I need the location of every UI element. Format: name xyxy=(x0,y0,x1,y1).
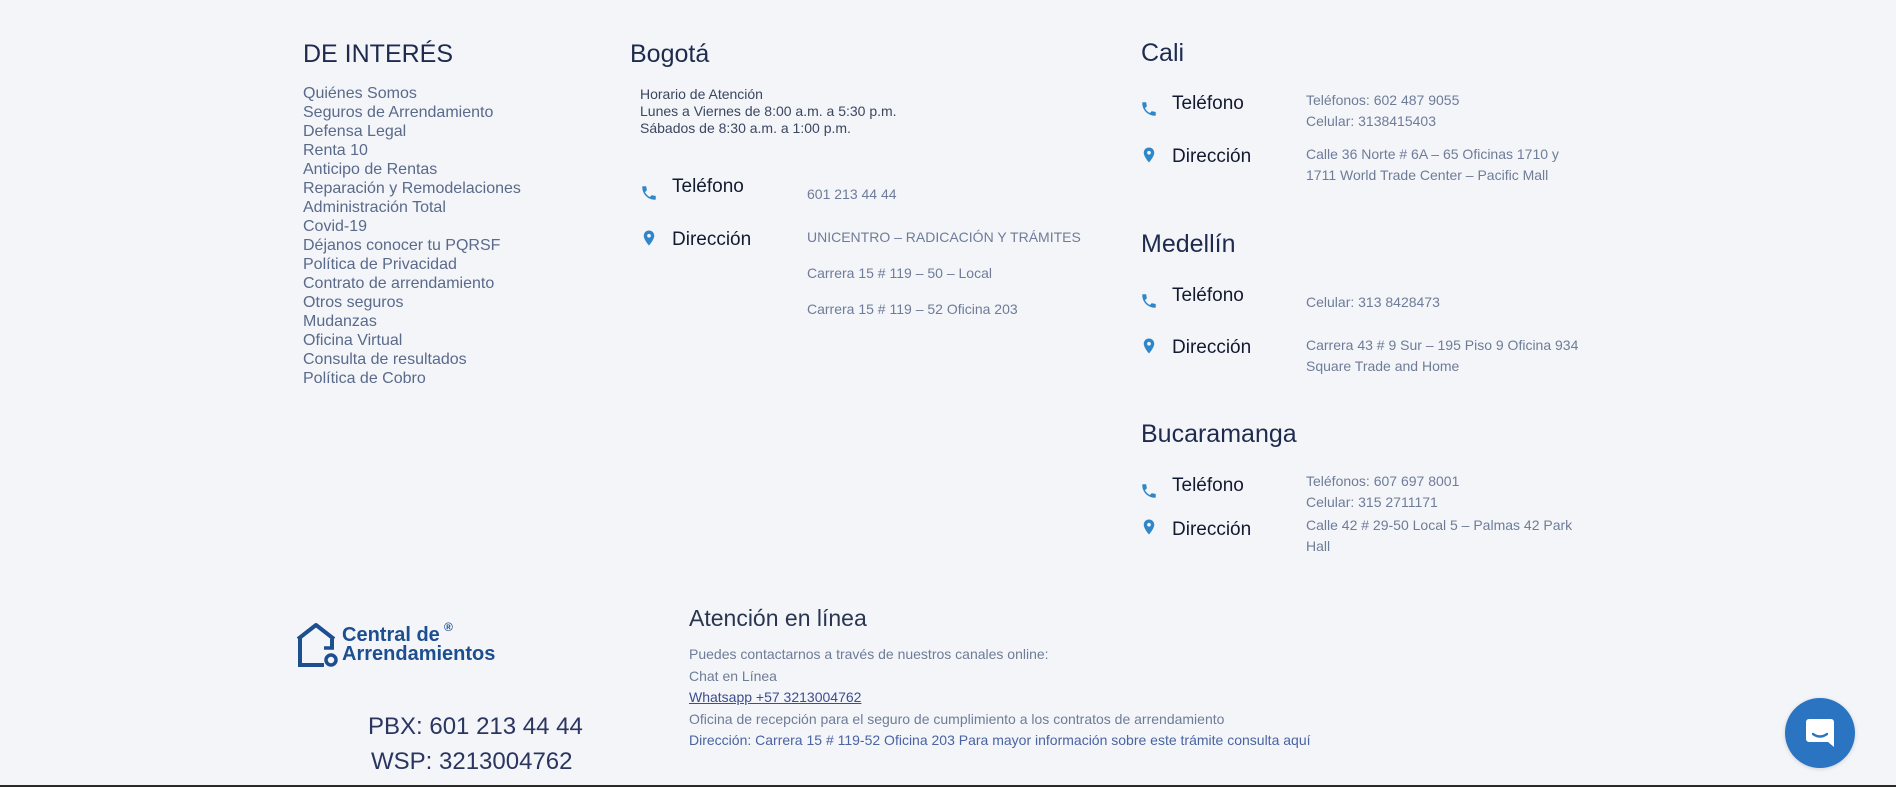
bucaramanga-address-line-2: Hall xyxy=(1306,538,1331,554)
interes-link[interactable]: Anticipo de Rentas xyxy=(303,160,521,179)
bogota-hours: Horario de Atención Lunes a Viernes de 8… xyxy=(640,86,1110,137)
bogota-address-line-2: Carrera 15 # 119 – 50 – Local xyxy=(807,265,992,281)
logo-text: Central de Arrendamientos ® xyxy=(342,620,496,665)
bucaramanga-phone-line-2[interactable]: Celular: 315 2711171 xyxy=(1306,492,1459,513)
online-address-link[interactable]: Dirección: Carrera 15 # 119-52 Oficina 2… xyxy=(689,730,1311,752)
bucaramanga-map-pin-icon xyxy=(1140,518,1158,541)
hours-saturday: Sábados de 8:30 a.m. a 1:00 p.m. xyxy=(640,120,851,136)
cali-title: Cali xyxy=(1141,39,1185,67)
bucaramanga-phone-line-1[interactable]: Teléfonos: 607 697 8001 xyxy=(1306,471,1459,492)
bucaramanga-phone-label: Teléfono xyxy=(1172,475,1244,496)
bogota-phone-icon xyxy=(640,184,658,207)
interes-link[interactable]: Covid-19 xyxy=(303,217,521,236)
bucaramanga-phone-icon xyxy=(1140,482,1158,505)
interes-link[interactable]: Contrato de arrendamiento xyxy=(303,274,521,293)
interes-link[interactable]: Política de Cobro xyxy=(303,369,521,388)
bucaramanga-address-values: Calle 42 # 29-50 Local 5 – Palmas 42 Par… xyxy=(1306,515,1572,557)
bogota-address-line-3: Carrera 15 # 119 – 52 Oficina 203 xyxy=(807,301,1018,317)
interes-link[interactable]: Quiénes Somos xyxy=(303,84,521,103)
interes-link[interactable]: Consulta de resultados xyxy=(303,350,521,369)
cali-address-line-2: 1711 World Trade Center – Pacific Mall xyxy=(1306,167,1549,183)
cali-phone-label: Teléfono xyxy=(1172,93,1244,114)
interes-section: DE INTERÉS Quiénes Somos Seguros de Arren… xyxy=(303,40,521,388)
online-intro: Puedes contactarnos a través de nuestros… xyxy=(689,646,1049,662)
interes-links: Quiénes Somos Seguros de Arrendamiento Def… xyxy=(303,84,521,388)
brand-logo[interactable]: Central de Arrendamientos ® xyxy=(294,620,496,669)
bogota-section: Bogotá Horario de Atención Lunes a Viern… xyxy=(630,40,1110,137)
bucaramanga-phone-values: Teléfonos: 607 697 8001 Celular: 315 271… xyxy=(1306,471,1459,513)
cali-phone-values: Teléfonos: 602 487 9055 Celular: 3138415… xyxy=(1306,90,1459,132)
bogota-address-line-1: UNICENTRO – RADICACIÓN Y TRÁMITES xyxy=(807,229,1081,245)
online-section: Atención en línea Puedes contactarnos a … xyxy=(689,605,1311,752)
cali-address-values: Calle 36 Norte # 6A – 65 Oficinas 1710 y… xyxy=(1306,144,1559,186)
interes-title: DE INTERÉS xyxy=(303,40,454,68)
registered-mark: ® xyxy=(444,620,453,634)
cali-phone-icon xyxy=(1140,100,1158,123)
medellin-address-line-1: Carrera 43 # 9 Sur – 195 Piso 9 Oficina … xyxy=(1306,337,1579,353)
chat-button[interactable] xyxy=(1785,698,1855,768)
bogota-phone-value[interactable]: 601 213 44 44 xyxy=(807,184,897,205)
online-reception: Oficina de recepción para el seguro de c… xyxy=(689,710,1225,727)
interes-link[interactable]: Déjanos conocer tu PQRSF xyxy=(303,236,521,255)
wsp-number[interactable]: WSP: 3213004762 xyxy=(371,748,572,776)
bogota-phone-label: Teléfono xyxy=(672,176,744,197)
interes-link[interactable]: Defensa Legal xyxy=(303,122,521,141)
medellin-phone-icon xyxy=(1140,292,1158,315)
medellin-map-pin-icon xyxy=(1140,337,1158,360)
chat-bubble-icon xyxy=(1806,719,1834,747)
cali-address-line-1: Calle 36 Norte # 6A – 65 Oficinas 1710 y xyxy=(1306,146,1559,162)
cali-phone-line-1[interactable]: Teléfonos: 602 487 9055 xyxy=(1306,90,1459,111)
hours-weekday: Lunes a Viernes de 8:00 a.m. a 5:30 p.m. xyxy=(640,103,897,119)
interes-link[interactable]: Otros seguros xyxy=(303,293,521,312)
cali-phone-line-2[interactable]: Celular: 3138415403 xyxy=(1306,111,1459,132)
online-title: Atención en línea xyxy=(689,605,867,631)
bucaramanga-address-label: Dirección xyxy=(1172,519,1252,540)
whatsapp-link[interactable]: Whatsapp +57 3213004762 xyxy=(689,689,861,705)
medellin-phone-label: Teléfono xyxy=(1172,285,1244,306)
interes-link[interactable]: Reparación y Remodelaciones xyxy=(303,179,521,198)
pbx-number[interactable]: PBX: 601 213 44 44 xyxy=(368,713,583,741)
cali-address-label: Dirección xyxy=(1172,146,1252,167)
medellin-address-line-2: Square Trade and Home xyxy=(1306,358,1460,374)
medellin-phone-line-1[interactable]: Celular: 313 8428473 xyxy=(1306,292,1440,313)
bucaramanga-address-line-1: Calle 42 # 29-50 Local 5 – Palmas 42 Par… xyxy=(1306,517,1573,533)
house-key-logo-icon xyxy=(296,623,338,667)
logo-line-2: Arrendamientos xyxy=(342,643,496,665)
medellin-title: Medellín xyxy=(1141,230,1236,258)
bucaramanga-title: Bucaramanga xyxy=(1141,420,1297,448)
bogota-map-pin-icon xyxy=(640,229,658,252)
interes-link[interactable]: Renta 10 xyxy=(303,141,521,160)
cali-map-pin-icon xyxy=(1140,146,1158,169)
interes-link[interactable]: Administración Total xyxy=(303,198,521,217)
interes-link[interactable]: Mudanzas xyxy=(303,312,521,331)
bogota-address-label: Dirección xyxy=(672,229,752,250)
online-chat[interactable]: Chat en Línea xyxy=(689,666,1311,688)
bogota-title: Bogotá xyxy=(630,40,710,68)
medellin-address-values: Carrera 43 # 9 Sur – 195 Piso 9 Oficina … xyxy=(1306,335,1578,377)
medellin-address-label: Dirección xyxy=(1172,337,1252,358)
interes-link[interactable]: Oficina Virtual xyxy=(303,331,521,350)
hours-title: Horario de Atención xyxy=(640,86,763,102)
interes-link[interactable]: Política de Privacidad xyxy=(303,255,521,274)
interes-link[interactable]: Seguros de Arrendamiento xyxy=(303,103,521,122)
